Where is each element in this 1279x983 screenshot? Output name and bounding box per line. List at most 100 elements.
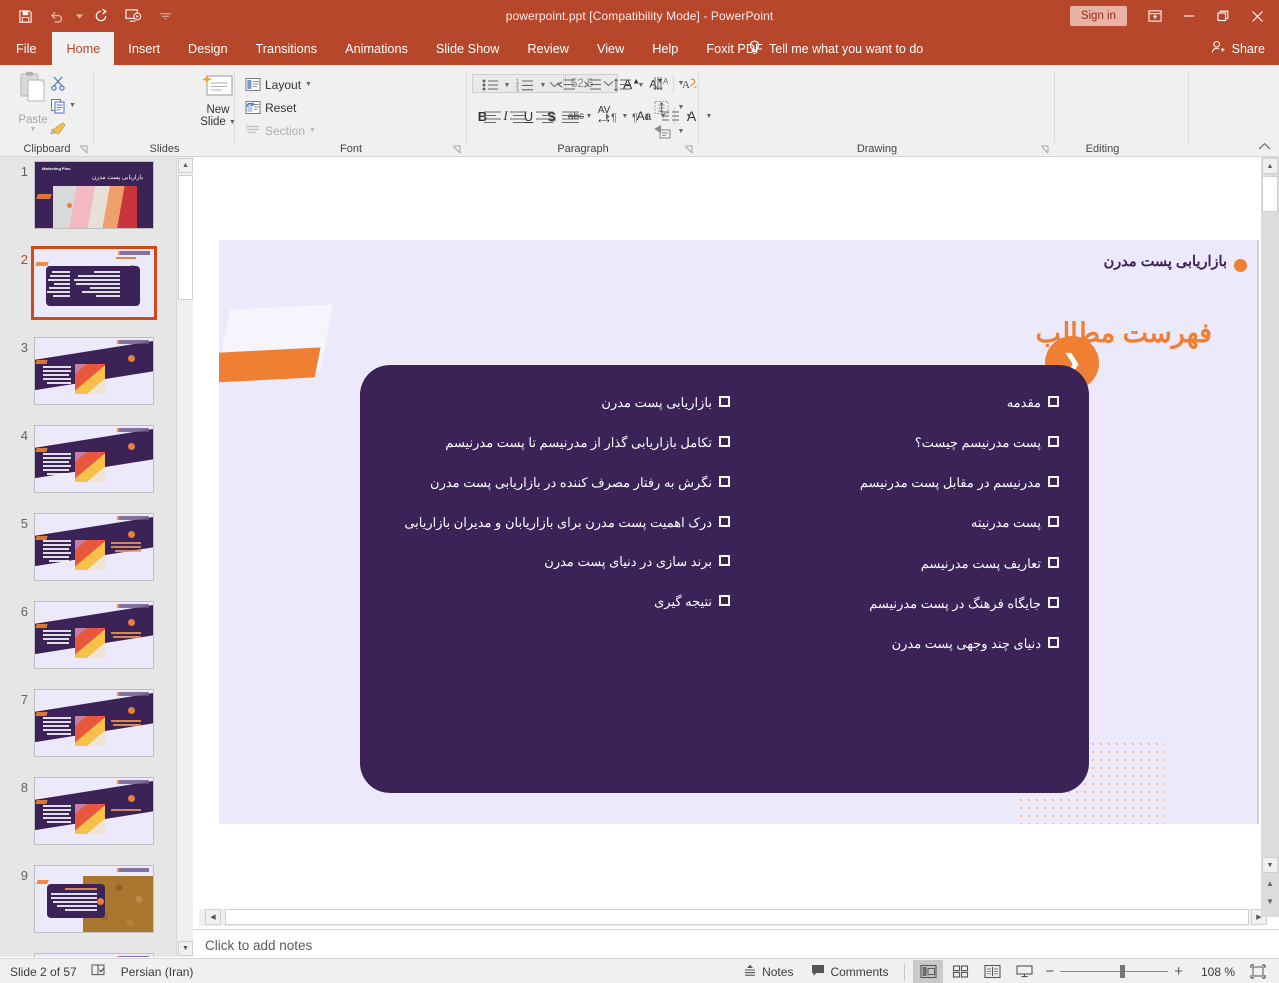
list-item[interactable]: 2 [0,249,175,329]
slide-thumbnail-7[interactable] [34,689,154,757]
format-painter-button[interactable] [46,117,94,140]
zoom-slider[interactable] [1060,959,1168,983]
tab-help[interactable]: Help [638,32,692,65]
hscroll-track[interactable] [225,909,1249,925]
slide-thumbnail-9[interactable] [34,865,154,933]
list-item[interactable]: جایگاه فرهنگ در پست مدرنیسم [769,594,1059,614]
list-item[interactable]: 7 [0,689,175,769]
reading-view-icon[interactable] [977,960,1007,983]
slide-sorter-icon[interactable] [945,960,975,983]
align-text-dropdown-icon[interactable]: ▼ [675,96,687,118]
fit-to-window-icon[interactable] [1243,960,1273,983]
tab-view[interactable]: View [583,32,638,65]
tab-review[interactable]: Review [513,32,583,65]
copy-dropdown-icon[interactable]: ▼ [69,102,76,109]
zoom-in-button[interactable]: + [1170,959,1187,983]
justify-button[interactable] [557,105,583,127]
list-item[interactable]: مقدمه [769,393,1059,413]
toc-panel[interactable]: مقدمه پست مدرنیسم چیست؟ مدرنیسم در مقابل… [360,365,1089,793]
current-slide[interactable]: بازاریابی پست مدرن فهرست مطالب ❯ مقدمه پ… [219,240,1259,824]
start-presentation-icon[interactable] [118,3,148,29]
numbering-button[interactable]: 123 [513,74,537,96]
align-right-button[interactable] [531,105,557,127]
previous-slide-icon[interactable]: ▲ [1264,879,1276,888]
list-item[interactable]: 1 Marketing Plus بازاریابی پست مدرن [0,161,175,241]
slide-thumbnail-6[interactable] [34,601,154,669]
align-text-button[interactable] [649,96,675,118]
slide-thumbnail-5[interactable] [34,513,154,581]
bullets-dropdown-icon[interactable]: ▼ [501,74,513,96]
slide-thumbnail-4[interactable] [34,425,154,493]
notes-button[interactable]: Notes [735,959,801,983]
slide-vertical-scrollbar[interactable]: ▲ ▼ ▲ ▼ [1261,157,1279,917]
vscroll-down-icon[interactable]: ▼ [1262,857,1278,873]
list-item[interactable]: تعاریف پست مدرنیسم [769,554,1059,574]
line-spacing-dropdown-icon[interactable]: ▼ [635,74,647,96]
list-item[interactable]: 6 [0,601,175,681]
list-item[interactable]: 3 [0,337,175,417]
hscroll-left-icon[interactable]: ◀ [205,909,221,925]
undo-dropdown-icon[interactable] [74,3,84,29]
tab-insert[interactable]: Insert [114,32,174,65]
paste-dropdown-icon[interactable]: ▼ [30,126,37,133]
cut-button[interactable] [46,71,94,94]
decrease-indent-button[interactable] [553,74,579,96]
next-slide-icon[interactable]: ▼ [1264,897,1276,906]
save-icon[interactable] [10,3,40,29]
thumbnails-scrollbar[interactable]: ▲ ▼ [176,157,193,957]
ltr-direction-button[interactable]: ¶ [601,105,627,127]
slide-thumbnail-8[interactable] [34,777,154,845]
list-item[interactable]: پست مدرنیسم چیست؟ [769,433,1059,453]
zoom-slider-handle[interactable] [1120,965,1125,978]
clipboard-dialog-launcher[interactable] [79,143,90,154]
list-item[interactable]: 10 [0,953,175,957]
list-item[interactable]: تکامل بازاریابی گذار از مدرنیسم تا پست م… [390,433,730,453]
list-item[interactable]: 8 [0,777,175,857]
vscroll-up-icon[interactable]: ▲ [1262,158,1278,174]
list-item[interactable]: نتیجه گیری [390,592,730,612]
list-item[interactable]: بازاریابی پست مدرن [390,393,730,413]
close-icon[interactable] [1241,2,1273,30]
align-left-button[interactable] [479,105,505,127]
ribbon-display-options-icon[interactable] [1139,2,1171,30]
restore-icon[interactable] [1207,2,1239,30]
copy-button[interactable]: ▼ [46,94,94,117]
horizontal-scrollbar[interactable]: ◀ ▶ [199,909,1259,926]
numbering-dropdown-icon[interactable]: ▼ [537,74,549,96]
list-item[interactable]: برند سازی در دنیای پست مدرن [390,552,730,572]
sign-in-button[interactable]: Sign in [1070,6,1127,26]
slide-thumbnail-3[interactable] [34,337,154,405]
align-center-button[interactable] [505,105,531,127]
collapse-ribbon-button[interactable] [1258,142,1271,153]
convert-to-smartart-dropdown-icon[interactable]: ▼ [675,120,687,142]
tell-me-search[interactable]: Tell me what you want to do [748,32,923,65]
text-direction-button[interactable]: A [649,72,675,94]
slide-show-icon[interactable] [1009,960,1039,983]
list-item[interactable]: نگرش به رفتار مصرف کننده در بازاریابی پس… [390,473,730,493]
convert-to-smartart-button[interactable] [649,120,675,142]
list-item[interactable]: مدرنیسم در مقابل پست مدرنیسم [769,473,1059,493]
tab-home[interactable]: Home [52,32,114,65]
tab-file[interactable]: File [0,32,52,65]
list-item[interactable]: 5 [0,513,175,593]
slide-thumbnail-2[interactable] [31,246,157,320]
customize-qat-icon[interactable] [150,3,180,29]
list-item[interactable]: 9 [0,865,175,945]
drawing-dialog-launcher[interactable] [1040,143,1051,154]
paragraph-dialog-launcher[interactable] [684,143,695,154]
minimize-icon[interactable] [1173,2,1205,30]
thumbnails-scroll-down-icon[interactable]: ▼ [178,941,193,956]
slide-thumbnail-1[interactable]: Marketing Plus بازاریابی پست مدرن [34,161,154,229]
increase-indent-button[interactable] [579,74,605,96]
vscroll-thumb[interactable] [1262,176,1278,212]
list-item[interactable]: پست مدرنیته [769,513,1059,533]
language-indicator[interactable]: Persian (Iran) [121,965,194,979]
comments-button[interactable]: Comments [803,959,896,983]
list-item[interactable]: 4 [0,425,175,505]
tab-animations[interactable]: Animations [331,32,422,65]
slide-thumbnail-10[interactable] [34,953,154,957]
zoom-percentage[interactable]: 108 % [1189,965,1235,979]
justify-dropdown-icon[interactable]: ▼ [583,105,595,127]
share-button[interactable]: Share [1211,32,1265,65]
normal-view-icon[interactable] [913,960,943,983]
